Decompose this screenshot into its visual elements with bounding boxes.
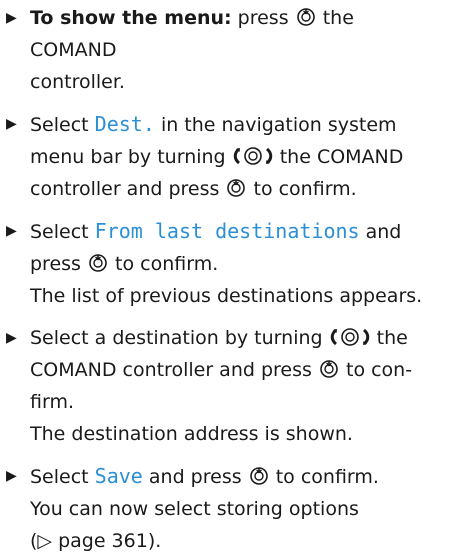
step-text: the [376, 327, 408, 349]
controller-turn-icon [233, 146, 273, 166]
step-text: COMAND controller and press [30, 359, 312, 381]
step-text: to confirm. [275, 466, 379, 488]
instruction-steps: ▶ To show the menu: press the COMAND con… [0, 0, 444, 557]
step-text: to confirm. [253, 178, 357, 200]
step-show-menu: ▶ To show the menu: press the COMAND con… [4, 2, 444, 98]
menu-item-save: Save [94, 464, 143, 488]
step-text: Select [30, 221, 89, 243]
step-text: controller. [30, 71, 125, 93]
bullet-arrow-icon: ▶ [6, 116, 17, 132]
page-reference: (▷ page 361). [30, 530, 162, 552]
step-text: the COMAND [279, 146, 404, 168]
step-text: firm. [30, 391, 74, 413]
controller-press-icon [319, 359, 339, 379]
step-text: press [237, 7, 289, 29]
step-result: You can now select storing options [30, 498, 359, 520]
controller-press-icon [296, 7, 316, 27]
step-text: menu bar by turning [30, 146, 226, 168]
step-result: The list of previous destinations appear… [30, 285, 423, 307]
step-text: Select [30, 466, 89, 488]
step-lead: To show the menu: [30, 7, 232, 29]
step-text: Select a destination by turning [30, 327, 323, 349]
step-text: press [30, 253, 81, 275]
controller-press-icon [249, 466, 269, 486]
controller-press-icon [226, 178, 246, 198]
step-text: and [365, 221, 402, 243]
step-text: Select [30, 114, 89, 136]
step-text: and press [148, 466, 242, 488]
menu-item-dest: Dest. [94, 112, 155, 136]
step-select-dest: ▶ Select Dest. in the navigation system … [4, 108, 444, 205]
step-save: ▶ Select Save and press to confirm. You … [4, 460, 444, 557]
controller-press-icon [88, 253, 108, 273]
bullet-arrow-icon: ▶ [6, 10, 17, 26]
bullet-arrow-icon: ▶ [6, 468, 17, 484]
step-text: to confirm. [115, 253, 219, 275]
step-from-last-destinations: ▶ Select From last destinations and pres… [4, 215, 444, 312]
step-result: The destination address is shown. [30, 423, 353, 445]
bullet-arrow-icon: ▶ [6, 330, 17, 346]
step-text: to con- [346, 359, 413, 381]
bullet-arrow-icon: ▶ [6, 223, 17, 239]
controller-turn-icon [330, 327, 370, 347]
step-select-destination: ▶ Select a destination by turning the CO… [4, 322, 444, 450]
step-text: in the navigation system [160, 114, 397, 136]
step-text: controller and press [30, 178, 220, 200]
menu-item-from-last-destinations: From last destinations [94, 219, 360, 243]
